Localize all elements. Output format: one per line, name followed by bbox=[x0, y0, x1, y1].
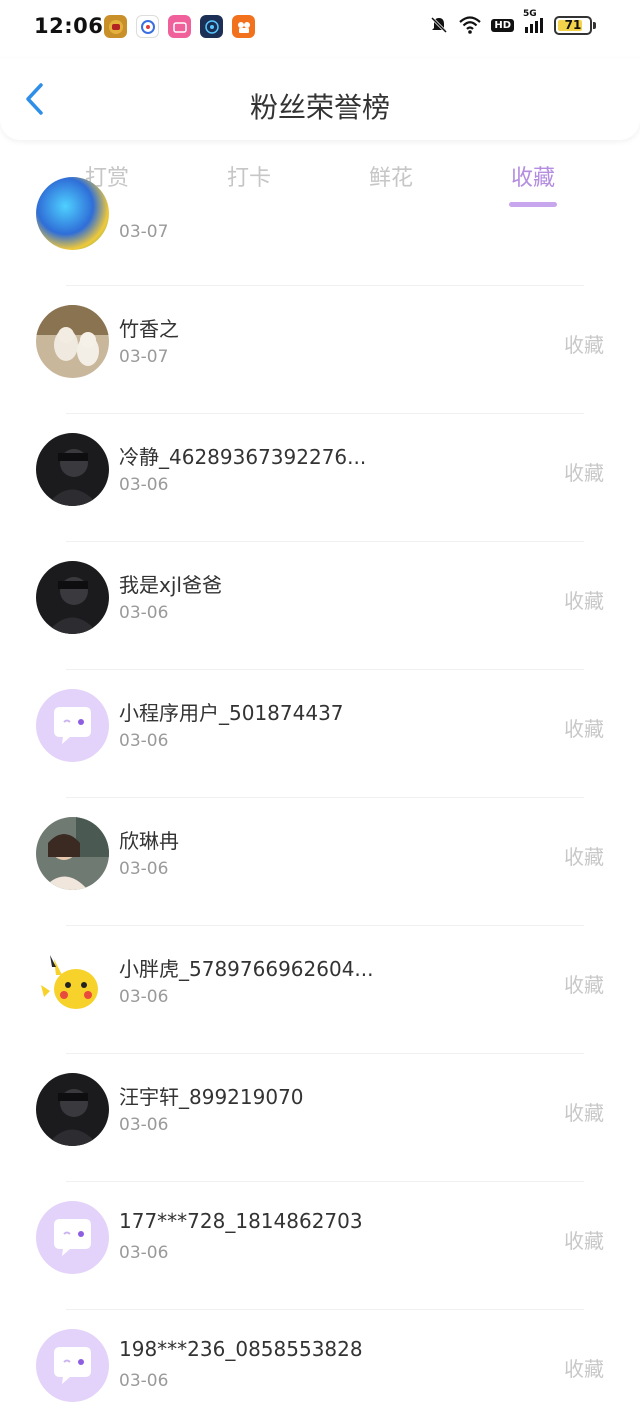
notification-app-icons bbox=[104, 15, 255, 38]
list-item-name: 177***728_1814862703 bbox=[119, 1209, 363, 1233]
list-item-date: 03-06 bbox=[119, 859, 169, 879]
avatar[interactable] bbox=[36, 561, 109, 634]
kuaishou-app-icon bbox=[232, 15, 255, 38]
favorite-action-label: 收藏 bbox=[564, 461, 604, 485]
list-item[interactable]: 03-07 bbox=[0, 128, 640, 256]
list-item-name: 冷静_46289367392276... bbox=[119, 445, 367, 469]
avatar[interactable] bbox=[36, 433, 109, 506]
list-item-date: 03-07 bbox=[119, 222, 169, 242]
favorite-action-label: 收藏 bbox=[564, 1357, 604, 1381]
page-title: 粉丝荣誉榜 bbox=[249, 91, 390, 124]
wifi-icon bbox=[458, 15, 482, 35]
battery-icon: 71 bbox=[554, 15, 596, 35]
favorite-action-label: 收藏 bbox=[564, 845, 604, 869]
list-item-date: 03-06 bbox=[119, 1371, 169, 1391]
list-item-date: 03-06 bbox=[119, 1243, 169, 1263]
network-label: 5G bbox=[523, 9, 537, 19]
list-item[interactable]: 小胖虎_5789766962604... 03-06 收藏 bbox=[0, 925, 640, 1053]
list-item[interactable]: 我是xjl爸爸 03-06 收藏 bbox=[0, 541, 640, 669]
avatar bbox=[36, 177, 109, 250]
status-time: 12:06 bbox=[34, 14, 104, 38]
list-item[interactable]: 小程序用户_501874437 03-06 收藏 bbox=[0, 669, 640, 797]
avatar[interactable] bbox=[36, 305, 109, 378]
list-item-name: 小胖虎_5789766962604... bbox=[119, 957, 374, 981]
list-item-name: 小程序用户_501874437 bbox=[119, 701, 344, 725]
bilibili-app-icon bbox=[168, 15, 191, 38]
default-avatar[interactable] bbox=[36, 689, 109, 762]
list-item[interactable]: 欣琳冉 03-06 收藏 bbox=[0, 797, 640, 925]
list-item-date: 03-06 bbox=[119, 1115, 169, 1135]
favorite-action-label: 收藏 bbox=[564, 717, 604, 741]
list-item[interactable]: 177***728_1814862703 03-06 收藏 bbox=[0, 1181, 640, 1309]
list-item[interactable]: 竹香之 03-07 收藏 bbox=[0, 285, 640, 413]
list-item-date: 03-07 bbox=[119, 347, 169, 367]
status-bar: 12:06 HD 5G 71 bbox=[0, 0, 640, 58]
list-item-name: 我是xjl爸爸 bbox=[119, 573, 222, 597]
assistant-app-icon bbox=[200, 15, 223, 38]
favorite-action-label: 收藏 bbox=[564, 589, 604, 613]
list-item[interactable]: 汪宇轩_899219070 03-06 收藏 bbox=[0, 1053, 640, 1181]
list-item[interactable]: 198***236_0858553828 03-06 收藏 bbox=[0, 1309, 640, 1422]
list-item[interactable]: 冷静_46289367392276... 03-06 收藏 bbox=[0, 413, 640, 541]
list-item-date: 03-06 bbox=[119, 731, 169, 751]
favorite-action-label: 收藏 bbox=[564, 333, 604, 357]
list-item-date: 03-06 bbox=[119, 987, 169, 1007]
ironman-app-icon bbox=[104, 15, 127, 38]
favorite-action-label: 收藏 bbox=[564, 1229, 604, 1253]
default-avatar[interactable] bbox=[36, 1329, 109, 1402]
list-item-name: 竹香之 bbox=[119, 317, 179, 341]
list-item-date: 03-06 bbox=[119, 475, 169, 495]
hd-badge: HD bbox=[491, 18, 514, 32]
list-item-name: 欣琳冉 bbox=[119, 829, 179, 853]
avatar[interactable] bbox=[36, 1073, 109, 1146]
baidu-app-icon bbox=[136, 15, 159, 38]
default-avatar[interactable] bbox=[36, 1201, 109, 1274]
list-item-name: 198***236_0858553828 bbox=[119, 1337, 363, 1361]
mute-bell-icon bbox=[429, 15, 449, 35]
avatar[interactable] bbox=[36, 945, 109, 1018]
list-item-name: 汪宇轩_899219070 bbox=[119, 1085, 304, 1109]
list-item-date: 03-06 bbox=[119, 603, 169, 623]
favorite-action-label: 收藏 bbox=[564, 973, 604, 997]
status-indicators: HD 5G 71 bbox=[429, 9, 596, 35]
avatar[interactable] bbox=[36, 817, 109, 890]
favorite-action-label: 收藏 bbox=[564, 1101, 604, 1125]
battery-level: 71 bbox=[564, 18, 582, 32]
cellular-signal-icon: 5G bbox=[523, 9, 545, 35]
